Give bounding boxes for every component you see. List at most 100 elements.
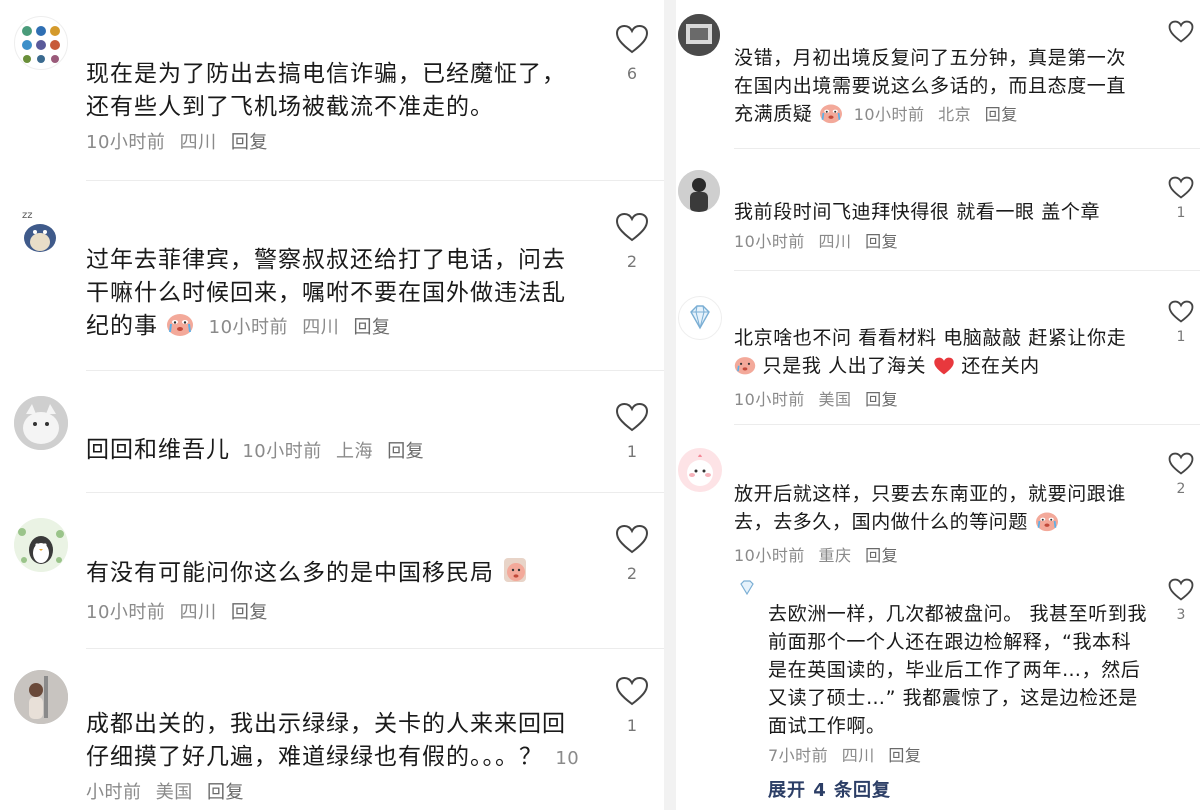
avatar[interactable] (14, 670, 68, 724)
crying-face-emoji (819, 102, 843, 132)
comment-meta: 10小时前 北京 回复 (854, 105, 1026, 124)
heart-outline-icon (1168, 176, 1194, 199)
reply-button[interactable]: 回复 (888, 746, 921, 765)
comment-time: 10小时前 (86, 602, 166, 623)
like-button[interactable]: 1 (1166, 300, 1196, 345)
reply-button[interactable]: 回复 (865, 390, 898, 409)
like-count: 1 (626, 442, 638, 461)
like-button[interactable]: 1 (612, 402, 652, 461)
heart-outline-icon (1168, 20, 1194, 43)
comment-time: 10小时前 (734, 546, 805, 565)
red-heart-emoji (933, 356, 955, 384)
diamond-icon (690, 305, 710, 330)
divider (734, 148, 1200, 149)
divider (86, 180, 664, 181)
comment-time: 10小时前 (734, 390, 805, 409)
divider (86, 492, 664, 493)
comment-meta: 10小时前 四川 回复 (86, 598, 586, 624)
like-count: 1 (626, 716, 638, 735)
divider (734, 424, 1200, 425)
reply-button[interactable]: 回复 (985, 105, 1018, 124)
divider (86, 370, 664, 371)
comment-text: 只是我 人出了海关 (762, 355, 933, 377)
avatar[interactable] (678, 14, 720, 56)
heart-outline-icon (615, 524, 649, 554)
like-count: 1 (1176, 205, 1186, 221)
comment-time: 10小时前 (208, 317, 289, 338)
like-button[interactable]: 1 (1166, 176, 1196, 221)
comment-location: 北京 (938, 105, 972, 124)
crying-face-emoji (1035, 510, 1059, 540)
comment-text: 北京啥也不问 看看材料 电脑敲敲 赶紧让你走 (734, 327, 1127, 349)
comment-location: 四川 (179, 132, 217, 153)
like-button[interactable]: 2 (612, 524, 652, 583)
comment-text: 现在是为了防出去搞电信诈骗，已经魔怔了，还有些人到了飞机场被截流不准走的。 (86, 61, 566, 120)
comment-meta: 10小时前 美国 回复 (734, 386, 1144, 410)
comment-location: 美国 (818, 390, 852, 409)
avatar[interactable] (678, 170, 720, 212)
avatar[interactable] (736, 576, 758, 598)
comment-text: 回回和维吾儿 (86, 437, 230, 463)
comment-text: 有没有可能问你这么多的是中国移民局 (86, 560, 494, 586)
reply-button[interactable]: 回复 (231, 602, 268, 623)
heart-outline-icon (615, 212, 649, 242)
like-button[interactable]: 2 (1166, 452, 1196, 497)
like-count: 6 (626, 64, 638, 83)
comment-meta: 10小时前 重庆 回复 (734, 542, 1144, 566)
like-count: 3 (1176, 607, 1186, 623)
comment-location: 四川 (179, 602, 217, 623)
divider (86, 648, 664, 649)
heart-outline-icon (615, 402, 649, 432)
comment-panel-left: 现在是为了防出去搞电信诈骗，已经魔怔了，还有些人到了飞机场被截流不准走的。 10… (0, 0, 664, 810)
comment-location: 上海 (335, 441, 373, 462)
like-button[interactable]: 1 (612, 676, 652, 735)
like-button[interactable]: 6 (612, 24, 652, 83)
diamond-icon (740, 580, 754, 596)
reply-button[interactable]: 回复 (387, 441, 424, 462)
comment-text: 放开后就这样，只要去东南亚的，就要问跟谁去，去多久，国内做什么的等问题 (734, 483, 1127, 533)
comment-location: 重庆 (818, 546, 852, 565)
crying-face-emoji (166, 311, 194, 347)
comment-time: 10小时前 (853, 105, 925, 124)
divider (734, 270, 1200, 271)
heart-outline-icon (1168, 452, 1194, 475)
like-count: 2 (626, 564, 638, 583)
reply-button[interactable]: 回复 (231, 132, 268, 153)
reply-button[interactable]: 回复 (354, 317, 391, 338)
comment-meta: 10小时前 上海 回复 (242, 441, 432, 462)
reply-text: 去欧洲一样，几次都被盘问。 我甚至听到我前面那个一个人还在跟边检解释，“我本科是… (768, 603, 1148, 737)
heart-outline-icon (1168, 300, 1194, 323)
reply-button[interactable]: 回复 (865, 232, 898, 251)
avatar[interactable] (678, 448, 722, 492)
comment-meta: 10小时前 四川 回复 (209, 317, 399, 338)
comment-meta: 10小时前 四川 回复 (734, 228, 1144, 252)
heart-outline-icon (615, 676, 649, 706)
comment-panel-right: 没错，月初出境反复问了五分钟，真是第一次在国内出境需要说这么多话的，而且态度一直… (676, 0, 1200, 810)
like-count: 1 (1176, 329, 1186, 345)
like-button[interactable] (1166, 20, 1196, 49)
heart-outline-icon (615, 24, 649, 54)
svg-text:zz: zz (22, 210, 33, 221)
reply-button[interactable]: 回复 (865, 546, 898, 565)
comment-text: 成都出关的，我出示绿绿，关卡的人来来回回仔细摸了好几遍，难道绿绿也有假的。。。？ (86, 711, 566, 770)
crying-face-emoji (734, 354, 756, 384)
comment-time: 10小时前 (242, 441, 322, 462)
comment-location: 四川 (818, 232, 852, 251)
avatar[interactable] (14, 16, 68, 70)
expand-replies-button[interactable]: 展开 4 条回复 (768, 776, 891, 802)
like-button[interactable]: 2 (612, 212, 652, 271)
comment-text: 还在关内 (961, 355, 1040, 377)
avatar[interactable] (14, 518, 68, 572)
avatar[interactable] (14, 396, 68, 450)
comment-location: 四川 (302, 317, 340, 338)
like-count: 2 (1176, 481, 1186, 497)
avatar[interactable] (678, 296, 722, 340)
comment-meta: 10小时前 四川 回复 (86, 128, 586, 154)
comment-time: 7小时前 (768, 746, 829, 765)
crying-face-emoji (502, 556, 528, 594)
comment-text: 我前段时间飞迪拜快得很 就看一眼 盖个章 (734, 201, 1101, 223)
comment-time: 10小时前 (86, 132, 166, 153)
like-button[interactable]: 3 (1166, 578, 1196, 623)
avatar[interactable]: zz (14, 204, 66, 256)
reply-button[interactable]: 回复 (207, 782, 244, 803)
